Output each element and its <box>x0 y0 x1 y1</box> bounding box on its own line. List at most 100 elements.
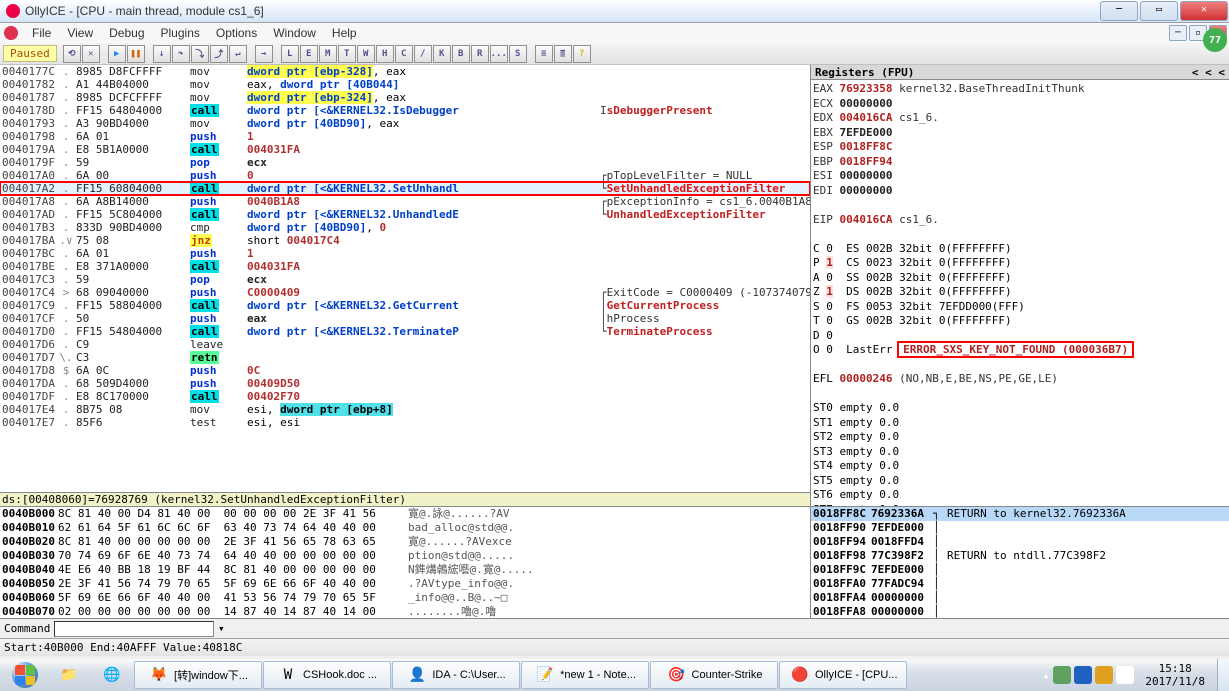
view-button-t[interactable]: T <box>338 45 356 63</box>
run-until-return-button[interactable]: ↵ <box>229 45 247 63</box>
taskbar-item[interactable]: 📁 <box>48 661 90 689</box>
menu-window[interactable]: Window <box>265 24 324 42</box>
show-desktop-button[interactable] <box>1217 659 1229 691</box>
disasm-row[interactable]: 004017AD.FF15 5C804000calldword ptr [<&K… <box>0 208 810 221</box>
registers-collapse-icon[interactable]: < < < <box>1192 66 1229 79</box>
view-button-h[interactable]: H <box>376 45 394 63</box>
disasm-row[interactable]: 004017D6.C9leave <box>0 338 810 351</box>
disasm-row[interactable]: 004017A8.6A A8B14000push0040B1A8┌pExcept… <box>0 195 810 208</box>
dump-row[interactable]: 0040B03070 74 69 6F 6E 40 73 74 64 40 40… <box>2 549 810 563</box>
disasm-row[interactable]: 0040179F.59popecx <box>0 156 810 169</box>
stack-row[interactable]: 0018FF907EFDE000│ <box>811 521 1229 535</box>
tray-icon[interactable] <box>1074 666 1092 684</box>
safety-badge[interactable]: 77 <box>1203 28 1227 52</box>
view-button-s[interactable]: S <box>509 45 527 63</box>
menu-view[interactable]: View <box>59 24 101 42</box>
disassembly-pane[interactable]: 0040177C.8985 D8FCFFFFmovdword ptr [ebp-… <box>0 65 810 492</box>
disasm-row[interactable]: 0040177C.8985 D8FCFFFFmovdword ptr [ebp-… <box>0 65 810 78</box>
dump-row[interactable]: 0040B0502E 3F 41 56 74 79 70 65 5F 69 6E… <box>2 577 810 591</box>
disasm-row[interactable]: 004017D8$6A 0Cpush0C <box>0 364 810 377</box>
disasm-row[interactable]: 004017C9.FF15 58804000calldword ptr [<&K… <box>0 299 810 312</box>
goto-button[interactable]: → <box>255 45 273 63</box>
taskbar-item[interactable]: WCSHook.doc ... <box>263 661 391 689</box>
step-over-button[interactable]: ↷ <box>172 45 190 63</box>
help-button[interactable]: ? <box>573 45 591 63</box>
disasm-row[interactable]: 004017BA.∨75 08jnzshort 004017C4 <box>0 234 810 247</box>
disasm-row[interactable]: 004017D7\.C3retn <box>0 351 810 364</box>
maximize-button[interactable]: ▭ <box>1140 1 1178 21</box>
view-button-...[interactable]: ... <box>490 45 508 63</box>
view-button-w[interactable]: W <box>357 45 375 63</box>
close-button[interactable]: ✕ <box>1180 1 1228 21</box>
stack-row[interactable]: 0018FF8C7692336A┐RETURN to kernel32.7692… <box>811 507 1229 521</box>
options-button-2[interactable]: ≣ <box>554 45 572 63</box>
disasm-row[interactable]: 004017D0.FF15 54804000calldword ptr [<&K… <box>0 325 810 338</box>
stack-row[interactable]: 0018FF9877C398F2│RETURN to ntdll.77C398F… <box>811 549 1229 563</box>
disasm-row[interactable]: 004017E7.85F6testesi, esi <box>0 416 810 429</box>
stack-row[interactable]: 0018FFA077FADC94│ <box>811 577 1229 591</box>
registers-pane[interactable]: EAX 76923358 kernel32.BaseThreadInitThun… <box>811 80 1229 506</box>
menu-debug[interactable]: Debug <box>101 24 152 42</box>
view-button-/[interactable]: / <box>414 45 432 63</box>
options-button-1[interactable]: ≡ <box>535 45 553 63</box>
taskbar-item[interactable]: 🔴OllyICE - [CPU... <box>779 661 907 689</box>
command-dropdown-icon[interactable]: ▾ <box>214 622 228 635</box>
stack-row[interactable]: 0018FFA400000000│ <box>811 591 1229 605</box>
tray-icon[interactable] <box>1095 666 1113 684</box>
tray-expand-icon[interactable]: ▴ <box>1043 669 1050 682</box>
disasm-row[interactable]: 004017C3.59popecx <box>0 273 810 286</box>
view-button-c[interactable]: C <box>395 45 413 63</box>
stack-row[interactable]: 0018FF940018FFD4│ <box>811 535 1229 549</box>
step-into-button[interactable]: ↓ <box>153 45 171 63</box>
disasm-row[interactable]: 0040179A.E8 5B1A0000call004031FA <box>0 143 810 156</box>
stop-button[interactable]: ✕ <box>82 45 100 63</box>
restart-button[interactable]: ⟲ <box>63 45 81 63</box>
disasm-row[interactable]: 004017B3.833D 90BD4000cmpdword ptr [40BD… <box>0 221 810 234</box>
disasm-row[interactable]: 004017A2.FF15 60804000calldword ptr [<&K… <box>0 182 810 195</box>
hex-dump-pane[interactable]: 0040B0008C 81 40 00 D4 81 40 00 00 00 00… <box>0 507 810 618</box>
view-button-r[interactable]: R <box>471 45 489 63</box>
dump-row[interactable]: 0040B0208C 81 40 00 00 00 00 00 2E 3F 41… <box>2 535 810 549</box>
view-button-k[interactable]: K <box>433 45 451 63</box>
dump-row[interactable]: 0040B01062 61 64 5F 61 6C 6C 6F 63 40 73… <box>2 521 810 535</box>
trace-over-button[interactable]: ⤴ <box>210 45 228 63</box>
tray-icon[interactable] <box>1053 666 1071 684</box>
stack-row[interactable]: 0018FF9C7EFDE000│ <box>811 563 1229 577</box>
dump-row[interactable]: 0040B0008C 81 40 00 D4 81 40 00 00 00 00… <box>2 507 810 521</box>
disasm-row[interactable]: 004017C4>68 09040000pushC0000409┌ExitCod… <box>0 286 810 299</box>
tray-volume-icon[interactable] <box>1116 666 1134 684</box>
disasm-row[interactable]: 004017CF.50pusheax│hProcess <box>0 312 810 325</box>
system-tray[interactable]: ▴ 15:18 2017/11/8 <box>1043 659 1229 691</box>
taskbar-item[interactable]: 🦊[转]window下... <box>134 661 262 689</box>
registers-header[interactable]: Registers (FPU) < < < <box>811 65 1229 80</box>
disasm-row[interactable]: 00401787.8985 DCFCFFFFmovdword ptr [ebp-… <box>0 91 810 104</box>
pause-button[interactable]: ❚❚ <box>127 45 145 63</box>
disasm-row[interactable]: 00401793.A3 90BD4000movdword ptr [40BD90… <box>0 117 810 130</box>
disasm-row[interactable]: 004017E4.8B75 08movesi, dword ptr [ebp+8… <box>0 403 810 416</box>
disasm-row[interactable]: 00401782.A1 44B04000moveax, dword ptr [4… <box>0 78 810 91</box>
run-button[interactable]: ▶ <box>108 45 126 63</box>
dump-row[interactable]: 0040B0605F 69 6E 66 6F 40 40 00 41 53 56… <box>2 591 810 605</box>
disasm-row[interactable]: 004017A0.6A 00push0┌pTopLevelFilter = NU… <box>0 169 810 182</box>
taskbar-item[interactable]: 🌐 <box>91 661 133 689</box>
stack-pane[interactable]: 0018FF8C7692336A┐RETURN to kernel32.7692… <box>810 507 1229 618</box>
disasm-row[interactable]: 00401798.6A 01push1 <box>0 130 810 143</box>
view-button-m[interactable]: M <box>319 45 337 63</box>
disasm-row[interactable]: 0040178D.FF15 64804000calldword ptr [<&K… <box>0 104 810 117</box>
minimize-button[interactable]: ─ <box>1100 1 1138 21</box>
view-button-e[interactable]: E <box>300 45 318 63</box>
dump-row[interactable]: 0040B0404E E6 40 BB 18 19 BF 44 8C 81 40… <box>2 563 810 577</box>
menu-file[interactable]: File <box>24 24 59 42</box>
start-button[interactable] <box>2 660 48 690</box>
disasm-row[interactable]: 004017BC.6A 01push1 <box>0 247 810 260</box>
disasm-row[interactable]: 004017BE.E8 371A0000call004031FA <box>0 260 810 273</box>
dump-row[interactable]: 0040B07002 00 00 00 00 00 00 00 14 87 40… <box>2 605 810 618</box>
taskbar-item[interactable]: 🎯Counter-Strike <box>650 661 778 689</box>
trace-into-button[interactable]: ⤵ <box>191 45 209 63</box>
taskbar[interactable]: 📁🌐🦊[转]window下...WCSHook.doc ...👤IDA - C:… <box>0 659 1229 691</box>
disasm-row[interactable]: 004017DF.E8 8C170000call00402F70 <box>0 390 810 403</box>
titlebar[interactable]: OllyICE - [CPU - main thread, module cs1… <box>0 0 1229 23</box>
view-button-b[interactable]: B <box>452 45 470 63</box>
command-input[interactable] <box>54 621 214 637</box>
stack-row[interactable]: 0018FFA800000000│ <box>811 605 1229 618</box>
